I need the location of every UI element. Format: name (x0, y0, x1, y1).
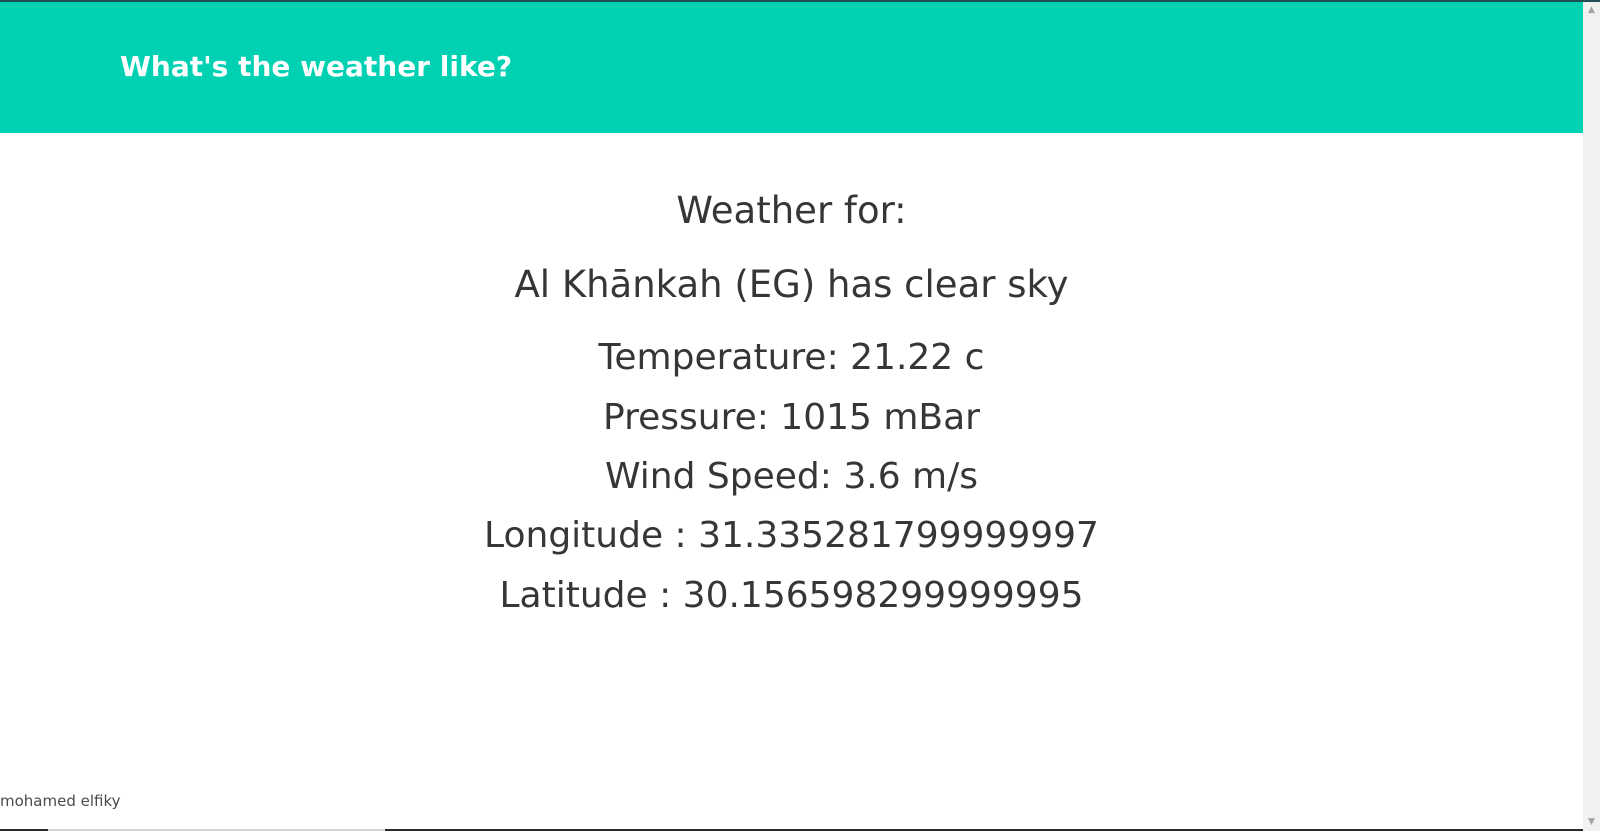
page-title: What's the weather like? (120, 50, 513, 83)
temperature-value: Temperature: 21.22 c (598, 337, 985, 378)
weather-heading: Weather for: (676, 189, 907, 232)
longitude-value: Longitude : 31.335281799999997 (484, 515, 1099, 556)
pressure-value: Pressure: 1015 mBar (603, 397, 980, 438)
latitude-value: Latitude : 30.156598299999995 (499, 575, 1084, 616)
hero-header: What's the weather like? (0, 2, 1583, 133)
scrollbar-thumb[interactable] (1585, 19, 1598, 814)
scroll-up-icon[interactable]: ▲ (1583, 2, 1600, 19)
scroll-down-icon[interactable]: ▼ (1583, 814, 1600, 831)
footer-author: mohamed elfiky (0, 792, 121, 810)
weather-summary: Al Khānkah (EG) has clear sky (514, 263, 1069, 306)
wind-speed-value: Wind Speed: 3.6 m/s (605, 456, 978, 497)
vertical-scrollbar[interactable]: ▲ ▼ (1583, 2, 1600, 831)
